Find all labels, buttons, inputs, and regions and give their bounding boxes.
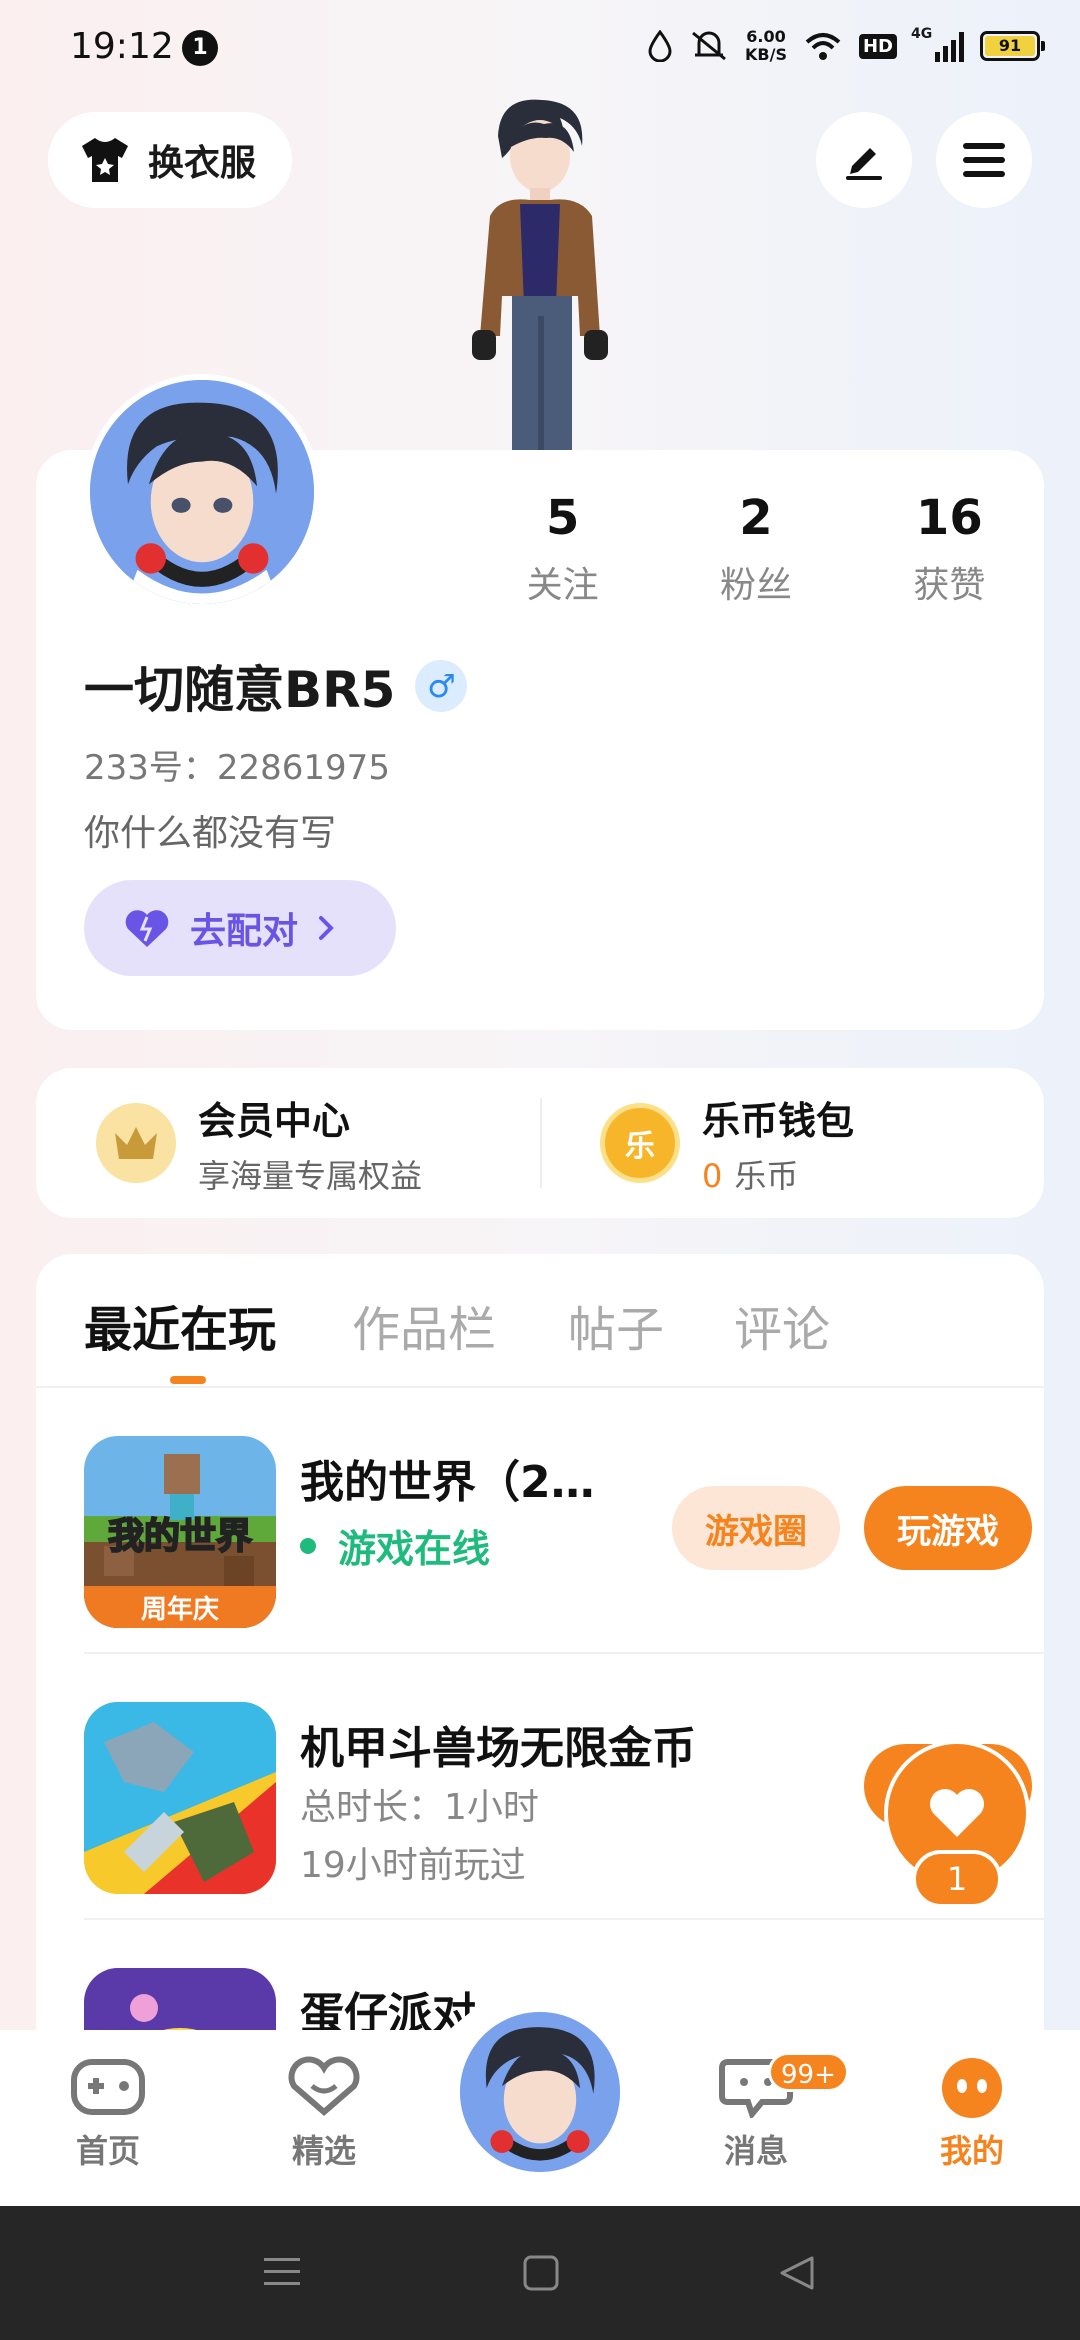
male-gender-icon: ♂ xyxy=(415,660,468,712)
vip-title: 会员中心 xyxy=(198,1098,351,1143)
game-circle-button[interactable]: 游戏圈 xyxy=(672,1486,840,1570)
game-online-status: 游戏在线 xyxy=(300,1518,490,1573)
username-row: 一切随意BR5 ♂ xyxy=(84,650,468,722)
minecraft-game-icon: 我的世界 周年庆 xyxy=(84,1436,276,1628)
go-match-button[interactable]: 去配对 xyxy=(84,880,396,976)
icon-subtitle-text: 周年庆 xyxy=(141,1594,219,1625)
network-type: 4G xyxy=(911,26,933,42)
user-id[interactable]: 233号：22861975 xyxy=(84,740,390,789)
heart-outline-icon xyxy=(288,2056,360,2116)
wallet-balance: 0 乐币 xyxy=(702,1151,854,1197)
tab-works[interactable]: 作品栏 xyxy=(352,1290,496,1360)
gamepad-icon xyxy=(71,2059,145,2115)
le-coin-icon: 乐 xyxy=(600,1103,680,1183)
profile-avatar[interactable] xyxy=(84,374,320,610)
username: 一切随意BR5 xyxy=(84,661,396,719)
hd-icon: HD xyxy=(858,33,897,59)
wallet[interactable]: 乐 乐币钱包 0 乐币 xyxy=(540,1068,1044,1218)
wallet-title: 乐币钱包 xyxy=(702,1098,855,1143)
status-time: 19:12 xyxy=(70,26,174,67)
status-icons: 6.00 KB/S HD 4G 91 xyxy=(647,26,1045,64)
followers-label: 粉丝 xyxy=(719,565,792,606)
notification-badge: 1 xyxy=(182,30,218,66)
nav-home-label: 首页 xyxy=(75,2132,140,2170)
online-dot-icon xyxy=(300,1537,316,1554)
game-name: 我的世界（2… xyxy=(300,1457,595,1508)
nav-mine[interactable]: 我的 xyxy=(912,2056,1032,2172)
stat-following[interactable]: 5 关注 xyxy=(466,490,659,608)
system-nav-bar xyxy=(0,2206,1080,2340)
game-last-played: 19小时前玩过 xyxy=(300,1845,526,1886)
status-bar: 19:12 1 6.00 KB/S HD 4G 91 xyxy=(0,0,1080,96)
network-speed: 6.00 KB/S xyxy=(745,28,787,64)
crown-icon xyxy=(96,1103,176,1183)
home-square-icon[interactable] xyxy=(522,2254,560,2292)
stat-likes[interactable]: 16 获赞 xyxy=(853,490,1046,608)
change-outfit-button[interactable]: 换衣服 xyxy=(48,112,293,208)
game-row[interactable]: 我的世界 周年庆 我的世界（2… 游戏在线 游戏圈 玩游戏 xyxy=(84,1388,1044,1654)
tab-indicator xyxy=(170,1376,206,1384)
stat-followers[interactable]: 2 粉丝 xyxy=(659,490,852,608)
battery-icon: 91 xyxy=(980,31,1045,61)
battery-level: 91 xyxy=(985,36,1035,56)
nav-mine-label: 我的 xyxy=(939,2132,1004,2170)
status-label: 游戏在线 xyxy=(338,1527,491,1571)
mute-bell-icon xyxy=(692,31,726,61)
nav-featured[interactable]: 精选 xyxy=(264,2056,384,2172)
nav-messages-label: 消息 xyxy=(723,2132,788,2170)
hamburger-menu-icon xyxy=(963,143,1005,177)
vip-center[interactable]: 会员中心 享海量专属权益 xyxy=(36,1068,540,1218)
tab-recently-played[interactable]: 最近在玩 xyxy=(84,1290,276,1360)
game-name: 机甲斗兽场无限金币 xyxy=(300,1723,696,1774)
quick-entry-card: 会员中心 享海量专属权益 乐 乐币钱包 0 乐币 xyxy=(36,1068,1044,1218)
followers-count: 2 xyxy=(739,490,773,546)
profile-stats: 5 关注 2 粉丝 16 获赞 xyxy=(466,490,1046,608)
heart-icon xyxy=(930,1789,984,1837)
outfit-label: 换衣服 xyxy=(148,143,257,184)
mecha-arena-game-icon xyxy=(84,1702,276,1894)
chevron-right-icon xyxy=(319,916,334,940)
user-bio: 你什么都没有写 xyxy=(84,813,337,854)
speed-unit: KB/S xyxy=(745,45,787,64)
avatar-3d-figure[interactable] xyxy=(450,96,630,450)
likes-count: 16 xyxy=(915,490,983,546)
icon-title-text: 我的世界 xyxy=(108,1516,252,1557)
menu-button[interactable] xyxy=(936,112,1032,208)
tab-comments[interactable]: 评论 xyxy=(734,1290,830,1360)
back-triangle-icon[interactable] xyxy=(778,2254,816,2292)
match-label: 去配对 xyxy=(190,911,299,952)
content-tabs: 最近在玩 作品栏 帖子 评论 xyxy=(36,1254,1044,1388)
edit-profile-button[interactable] xyxy=(816,112,912,208)
following-label: 关注 xyxy=(526,565,599,606)
shirt-icon xyxy=(82,138,128,182)
nav-avatar-button[interactable] xyxy=(456,2008,624,2176)
tab-posts[interactable]: 帖子 xyxy=(568,1290,664,1360)
speed-value: 6.00 xyxy=(746,27,786,46)
signal-icon: 4G xyxy=(911,26,964,62)
wallet-unit: 乐币 xyxy=(734,1156,799,1195)
wallet-amount: 0 xyxy=(702,1156,723,1195)
heart-icon xyxy=(125,910,169,947)
play-game-button[interactable]: 玩游戏 xyxy=(864,1486,1032,1570)
mine-face-icon xyxy=(942,2058,1002,2118)
vip-subtitle: 享海量专属权益 xyxy=(198,1156,423,1195)
nav-featured-label: 精选 xyxy=(291,2132,356,2170)
game-duration: 总时长：1小时 xyxy=(300,1787,539,1828)
nav-home[interactable]: 首页 xyxy=(48,2056,168,2172)
like-count-badge: 1 xyxy=(912,1850,1002,1908)
likes-label: 获赞 xyxy=(913,565,986,606)
messages-badge: 99+ xyxy=(768,2052,849,2092)
recent-apps-icon[interactable] xyxy=(262,2254,302,2290)
pencil-icon xyxy=(846,148,882,180)
wifi-icon xyxy=(805,33,841,60)
following-count: 5 xyxy=(545,490,580,546)
water-drop-icon xyxy=(648,30,672,62)
